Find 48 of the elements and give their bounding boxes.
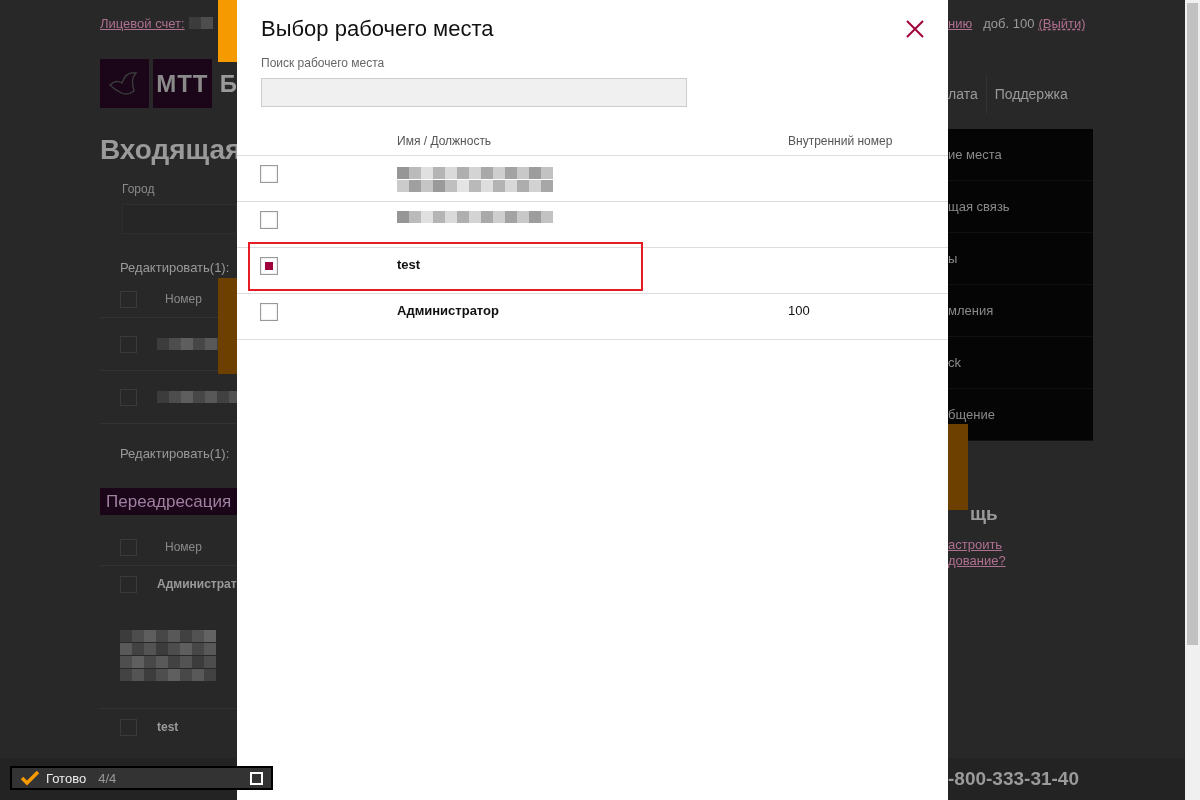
table-cell-text: Администратор <box>397 303 500 318</box>
help-link[interactable]: дование? <box>948 553 1185 569</box>
glitch-strip <box>218 0 237 62</box>
page-heading: Входящая <box>100 134 237 166</box>
check-icon <box>20 770 40 786</box>
nav-link[interactable]: лата <box>948 86 986 102</box>
menu-item[interactable]: щая связь <box>948 181 1093 233</box>
city-field[interactable] <box>122 204 237 234</box>
scrollbar[interactable] <box>1185 0 1200 800</box>
logout-link[interactable]: (Выйти) <box>1038 15 1086 31</box>
menu-item[interactable]: ие места <box>948 129 1093 181</box>
checkbox[interactable] <box>260 257 278 275</box>
help-title: щь <box>969 503 999 525</box>
logo: МТТ <box>152 59 212 108</box>
column-header: Внутренний номер <box>788 134 894 150</box>
nav-link[interactable]: Поддержка <box>994 86 1076 102</box>
account-link[interactable]: Лицевой счет: <box>100 15 185 31</box>
settings-link[interactable]: нию <box>948 15 973 31</box>
search-field[interactable] <box>261 78 687 107</box>
section-title: Переадресация <box>100 488 237 515</box>
checkbox[interactable] <box>260 303 278 321</box>
field-label: Поиск рабочего места <box>261 56 386 70</box>
column-header[interactable]: Номер <box>165 292 202 306</box>
edit-label: Редактировать(1): <box>120 446 231 461</box>
menu-item[interactable]: ы <box>948 233 1093 285</box>
field-label: Город <box>122 182 156 196</box>
column-header[interactable]: Номер <box>165 540 202 554</box>
brand-name: Б <box>219 69 237 98</box>
bird-logo-icon <box>100 59 149 108</box>
checkbox[interactable] <box>260 211 278 229</box>
status-count: 4/4 <box>98 770 118 786</box>
status-label: Готово <box>46 770 87 786</box>
blurred-text <box>188 17 213 29</box>
close-icon[interactable] <box>904 18 926 40</box>
edit-label: Редактировать(1): <box>120 260 231 275</box>
phone-number: -800-333-31-40 <box>948 768 1079 790</box>
square-icon[interactable] <box>250 771 263 785</box>
table-cell-text: test <box>397 257 422 272</box>
table-cell: test <box>157 720 179 734</box>
menu-item[interactable]: ck <box>948 337 1093 389</box>
extension-text: доб. 100 <box>983 15 1035 31</box>
dialog-title: Выбор рабочего места <box>261 16 494 42</box>
help-link[interactable]: астроить <box>948 537 1185 553</box>
table-cell-text: 100 <box>788 303 811 318</box>
menu-item[interactable]: мления <box>948 285 1093 337</box>
table-cell: Администрат <box>157 577 237 591</box>
column-header: Имя / Должность <box>397 134 493 150</box>
checkbox[interactable] <box>260 165 278 183</box>
